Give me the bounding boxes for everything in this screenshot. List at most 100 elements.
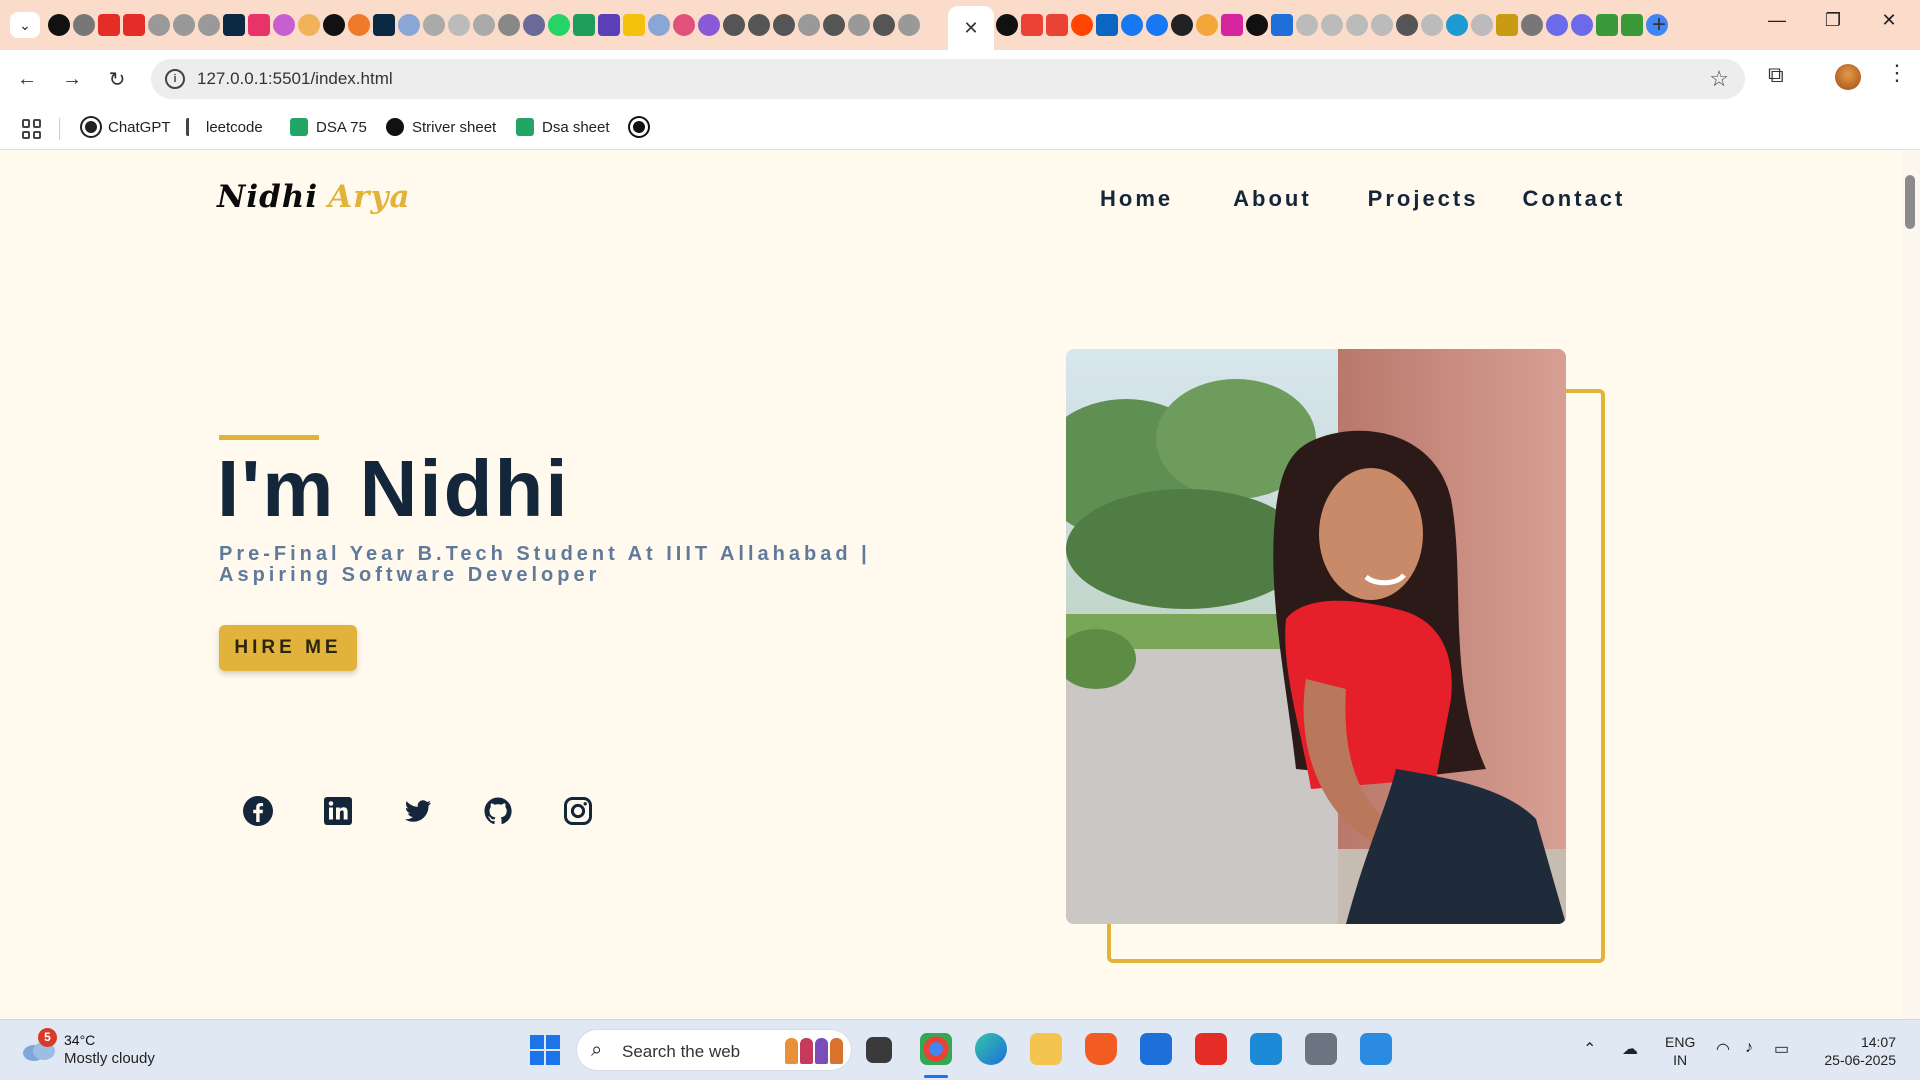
bookmark-star-icon[interactable]: ☆ (1709, 66, 1729, 92)
app-taskbar-icon[interactable] (1360, 1033, 1392, 1065)
gmail-tab-icon[interactable] (1046, 14, 1068, 36)
nav-projects[interactable]: Projects (1368, 186, 1479, 212)
tab-favicon[interactable] (873, 14, 895, 36)
nav-home[interactable]: Home (1100, 186, 1173, 212)
tab-favicon[interactable] (1196, 14, 1218, 36)
taskbar-search[interactable]: ⌕ Search the web (576, 1029, 852, 1071)
extensions-puzzle-icon[interactable]: ⧉ (1768, 62, 1784, 88)
tab-favicon[interactable] (773, 14, 795, 36)
close-window-button[interactable]: ✕ (1874, 10, 1904, 31)
battery-icon[interactable]: ▭ (1774, 1039, 1789, 1059)
page-scrollbar[interactable] (1902, 151, 1920, 1019)
tab-favicon[interactable] (1271, 14, 1293, 36)
tab-favicon[interactable] (1571, 14, 1593, 36)
browser-menu-icon[interactable]: ⋮ (1886, 60, 1908, 86)
gmail-tab-icon[interactable] (1021, 14, 1043, 36)
tab-favicon[interactable] (498, 14, 520, 36)
site-logo[interactable]: Nidhi Arya (217, 179, 411, 215)
tab-favicon[interactable] (748, 14, 770, 36)
back-arrow-icon[interactable]: ← (12, 64, 42, 94)
brave-taskbar-icon[interactable] (1085, 1033, 1117, 1065)
github-tab-icon[interactable] (48, 14, 70, 36)
react-tab-icon[interactable] (373, 14, 395, 36)
address-bar[interactable]: i 127.0.0.1:5501/index.html ☆ (151, 59, 1745, 99)
github-tab-icon[interactable] (996, 14, 1018, 36)
github-icon[interactable] (482, 795, 514, 827)
language-indicator[interactable]: ENG IN (1665, 1033, 1695, 1069)
instagram-tab-icon[interactable] (1221, 14, 1243, 36)
url-text[interactable]: 127.0.0.1:5501/index.html (197, 69, 393, 89)
chrome-taskbar-icon[interactable] (920, 1033, 952, 1065)
tab-favicon[interactable] (1496, 14, 1518, 36)
tab-favicon[interactable] (1371, 14, 1393, 36)
linkedin-tab-icon[interactable] (1096, 14, 1118, 36)
tab-favicon[interactable] (473, 14, 495, 36)
youtube-tab-icon[interactable] (98, 14, 120, 36)
tab-favicon[interactable] (198, 14, 220, 36)
tab-favicon[interactable] (348, 14, 370, 36)
show-hidden-icons-chevron[interactable]: ⌃ (1583, 1039, 1596, 1059)
volume-icon[interactable]: ♪ (1745, 1039, 1753, 1057)
bookmark-dsa-75[interactable]: DSA 75 (290, 118, 367, 136)
reload-icon[interactable]: ↻ (102, 64, 132, 94)
youtube-tab-icon[interactable] (123, 14, 145, 36)
facebook-icon[interactable] (242, 795, 274, 827)
tab-favicon[interactable] (523, 14, 545, 36)
bookmark-striver-sheet[interactable]: Striver sheet (386, 118, 496, 136)
whatsapp-tab-icon[interactable] (548, 14, 570, 36)
close-tab-icon[interactable]: ✕ (963, 18, 978, 39)
forward-arrow-icon[interactable]: → (57, 64, 87, 94)
site-info-icon[interactable]: i (165, 69, 185, 89)
tab-favicon[interactable] (1471, 14, 1493, 36)
bookmark-dsa-sheet[interactable]: Dsa sheet (516, 118, 610, 136)
weather-widget[interactable]: 5 34°C Mostly cloudy (22, 1028, 162, 1072)
new-tab-button[interactable]: + (1652, 11, 1666, 39)
tab-search-button[interactable]: ⌄ (10, 12, 40, 38)
tab-favicon[interactable] (848, 14, 870, 36)
instagram-icon[interactable] (562, 795, 594, 827)
tab-favicon[interactable] (1546, 14, 1568, 36)
tab-favicon[interactable] (648, 14, 670, 36)
tab-favicon[interactable] (598, 14, 620, 36)
tab-favicon[interactable] (1346, 14, 1368, 36)
profile-avatar[interactable] (1835, 64, 1861, 90)
windows-start-icon[interactable] (530, 1035, 560, 1065)
tab-favicon[interactable] (823, 14, 845, 36)
tab-favicon[interactable] (1621, 14, 1643, 36)
scrollbar-thumb[interactable] (1905, 175, 1915, 229)
bookmark-chatgpt[interactable]: ChatGPT (82, 118, 171, 136)
tab-favicon[interactable] (798, 14, 820, 36)
tab-favicon[interactable] (248, 14, 270, 36)
tab-favicon[interactable] (898, 14, 920, 36)
tab-favicon[interactable] (1246, 14, 1268, 36)
onedrive-icon[interactable]: ☁ (1622, 1039, 1638, 1059)
restore-button[interactable]: ❐ (1818, 10, 1848, 31)
tab-favicon[interactable] (1321, 14, 1343, 36)
tab-favicon[interactable] (623, 14, 645, 36)
tab-favicon[interactable] (423, 14, 445, 36)
nav-contact[interactable]: Contact (1522, 186, 1625, 212)
tab-favicon[interactable] (448, 14, 470, 36)
apps-grid-icon[interactable] (22, 119, 42, 139)
camera-taskbar-icon[interactable] (1305, 1033, 1337, 1065)
twitter-icon[interactable] (402, 795, 434, 827)
tab-favicon[interactable] (1296, 14, 1318, 36)
youtube-taskbar-icon[interactable] (1195, 1033, 1227, 1065)
tab-favicon[interactable] (698, 14, 720, 36)
tab-favicon[interactable] (1396, 14, 1418, 36)
tab-favicon[interactable] (73, 14, 95, 36)
facebook-tab-icon[interactable] (1146, 14, 1168, 36)
store-taskbar-icon[interactable] (1140, 1033, 1172, 1065)
tab-favicon[interactable] (148, 14, 170, 36)
reddit-tab-icon[interactable] (1071, 14, 1093, 36)
tab-favicon[interactable] (1521, 14, 1543, 36)
tab-favicon[interactable] (573, 14, 595, 36)
nav-about[interactable]: About (1233, 186, 1312, 212)
tab-favicon[interactable] (1421, 14, 1443, 36)
tab-favicon[interactable] (323, 14, 345, 36)
linkedin-icon[interactable] (322, 795, 354, 827)
tab-favicon[interactable] (673, 14, 695, 36)
facebook-tab-icon[interactable] (1121, 14, 1143, 36)
file-explorer-icon[interactable] (1030, 1033, 1062, 1065)
tab-favicon[interactable] (1596, 14, 1618, 36)
